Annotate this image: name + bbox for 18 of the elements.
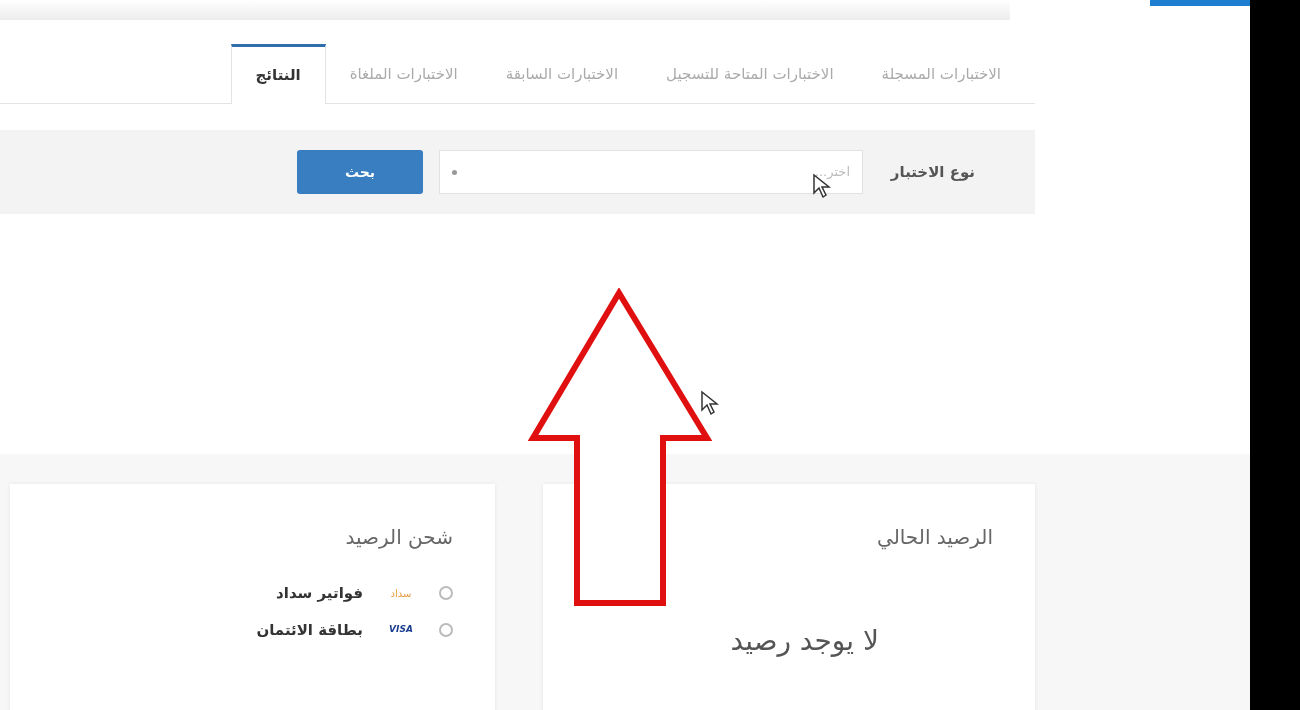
radio-button[interactable] [439, 586, 453, 601]
tab[interactable]: النتائج [230, 44, 326, 104]
payment-option-label: بطاقة الائتمان [256, 619, 363, 641]
tab[interactable]: الاختبارات السابقة [481, 45, 643, 103]
balance-message: لا يوجد رصيد [730, 623, 879, 659]
card-title: الرصيد الحالي [876, 524, 993, 552]
card-logo: VISA [388, 623, 414, 636]
payment-option-label: فواتير سداد [276, 583, 363, 604]
sadad-logo: سداد [389, 586, 413, 601]
field-label: نوع الاختبار [889, 161, 975, 183]
search-button[interactable]: بحث [297, 150, 423, 194]
cursor-icon [700, 390, 720, 416]
card-title: شحن الرصيد [344, 524, 453, 551]
tab[interactable]: الاختبارات الملغاة [325, 45, 482, 103]
radio-button[interactable] [439, 622, 453, 637]
tab[interactable]: الاختبارات المتاحة للتسجيل [642, 45, 858, 103]
tab[interactable]: الاختبارات المسجلة [857, 45, 1025, 103]
caret-icon [452, 169, 457, 175]
